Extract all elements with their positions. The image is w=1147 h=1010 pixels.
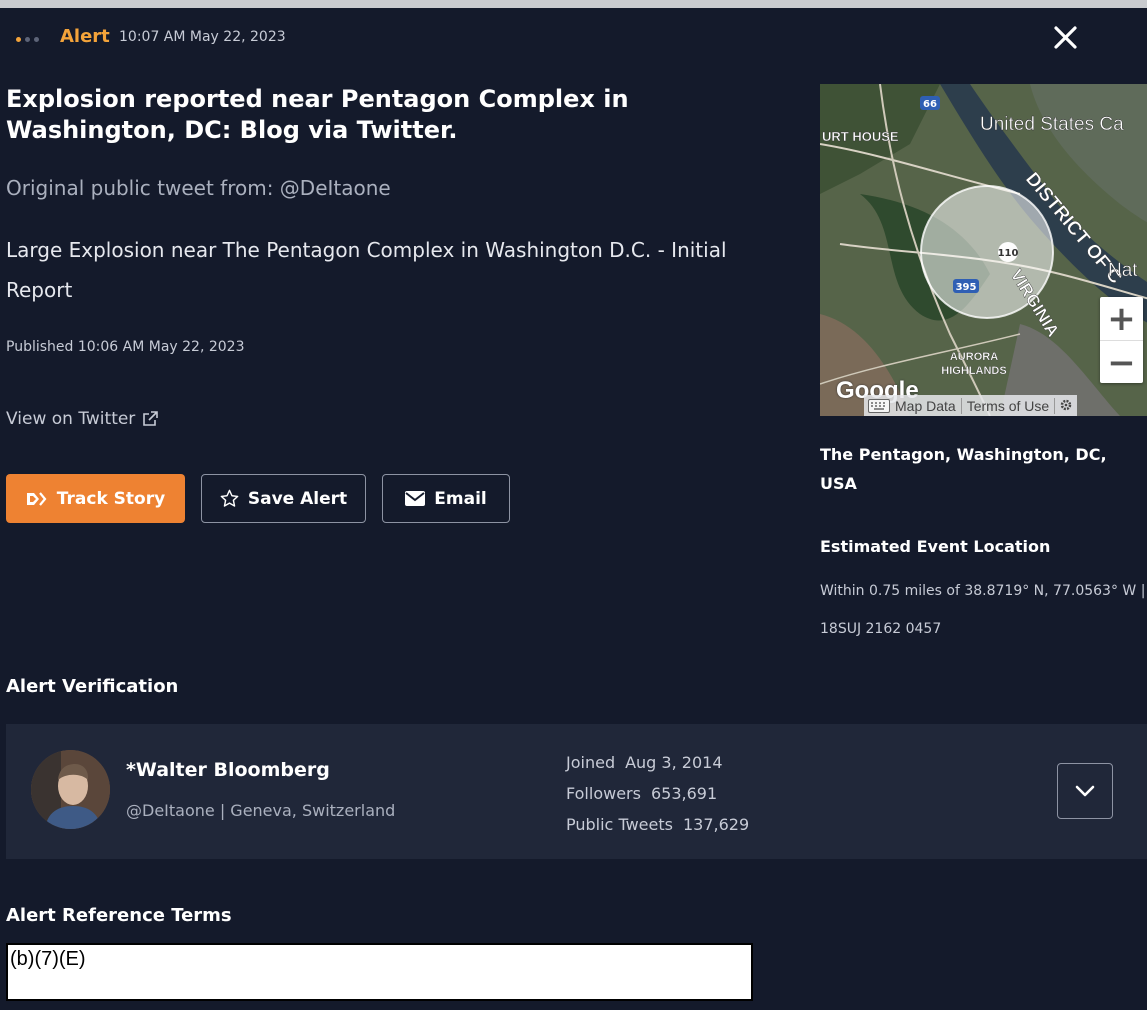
estimated-location-detail: Within 0.75 miles of 38.8719° N, 77.0563…	[820, 583, 1146, 637]
track-story-button[interactable]: Track Story	[6, 474, 185, 523]
map-label-aurora: AURORA	[950, 351, 998, 363]
verification-title: Alert Verification	[6, 676, 179, 697]
map-label-shield-66: 66	[923, 99, 937, 110]
gear-icon[interactable]	[1054, 397, 1077, 414]
estimated-location-title: Estimated Event Location	[820, 537, 1051, 556]
author-handle: @DeItaone | Geneva, Switzerland	[126, 801, 396, 820]
reference-terms-box: (b)(7)(E)	[6, 943, 753, 1001]
chevron-down-icon	[1075, 785, 1095, 797]
track-story-label: Track Story	[56, 488, 166, 509]
save-alert-label: Save Alert	[247, 488, 348, 509]
joined-row: Joined Aug 3, 2014	[566, 747, 749, 778]
tweet-text: Large Explosion near The Pentagon Comple…	[6, 238, 727, 302]
map-imagery: 66 110 395 URT HOUSE United States Ca DI…	[820, 84, 1147, 416]
published-time: Published 10:06 AM May 22, 2023	[6, 339, 245, 355]
tweets-label: Public Tweets	[566, 815, 673, 834]
tweet-source: Original public tweet from: @DeItaone	[6, 176, 391, 200]
alert-headline: Explosion reported near Pentagon Complex…	[6, 85, 629, 144]
tweets-row: Public Tweets 137,629	[566, 809, 749, 840]
map-zoom-control: + −	[1100, 297, 1143, 383]
author-name: *Walter Bloomberg	[126, 759, 330, 781]
email-label: Email	[434, 488, 487, 509]
alert-panel: Alert 10:07 AM May 22, 2023 Explosion re…	[0, 8, 1147, 1010]
track-icon	[26, 491, 47, 506]
map-label-nat: Nat	[1108, 260, 1138, 281]
joined-label: Joined	[566, 753, 616, 772]
zoom-out-button[interactable]: −	[1100, 340, 1143, 384]
status-dot	[25, 37, 30, 42]
close-icon[interactable]	[1048, 16, 1084, 56]
map-data-link[interactable]: Map Data	[890, 398, 961, 414]
map-label-highlands: HIGHLANDS	[941, 365, 1006, 377]
alert-type-label: Alert	[60, 26, 110, 47]
map-label-shield-110: 110	[998, 248, 1019, 259]
map-label-capitol: United States Ca	[980, 114, 1124, 135]
email-button[interactable]: Email	[382, 474, 510, 523]
avatar-image	[31, 750, 110, 829]
place-name: The Pentagon, Washington, DC, USA	[820, 445, 1107, 493]
map-label-court-house: URT HOUSE	[822, 129, 899, 144]
view-on-twitter-link[interactable]: View on Twitter	[6, 409, 159, 429]
expand-button[interactable]	[1057, 763, 1113, 819]
external-link-icon	[143, 411, 159, 426]
author-stats: Joined Aug 3, 2014 Followers 653,691 Publi…	[566, 747, 749, 840]
reference-terms-value: (b)(7)(E)	[10, 948, 86, 970]
map-footer: Map Data Terms of Use	[864, 395, 1078, 416]
view-on-twitter-label: View on Twitter	[6, 409, 136, 429]
terms-of-use-link[interactable]: Terms of Use	[960, 397, 1054, 414]
joined-value: Aug 3, 2014	[625, 753, 723, 772]
status-dot	[34, 37, 39, 42]
location-map[interactable]: 66 110 395 URT HOUSE United States Ca DI…	[820, 84, 1147, 416]
map-label-shield-395: 395	[956, 282, 977, 293]
reference-terms-title: Alert Reference Terms	[6, 905, 232, 926]
keyboard-icon[interactable]	[868, 398, 890, 413]
followers-label: Followers	[566, 784, 641, 803]
status-dots	[16, 37, 39, 42]
zoom-in-button[interactable]: +	[1100, 297, 1143, 340]
status-dot-active	[16, 37, 21, 42]
followers-row: Followers 653,691	[566, 778, 749, 809]
tweets-value: 137,629	[682, 815, 750, 834]
avatar	[31, 750, 110, 829]
alert-timestamp: 10:07 AM May 22, 2023	[119, 29, 286, 45]
envelope-icon	[405, 491, 426, 506]
star-icon	[220, 489, 239, 507]
followers-value: 653,691	[650, 784, 718, 803]
save-alert-button[interactable]: Save Alert	[201, 474, 366, 523]
close-button[interactable]	[1048, 16, 1084, 56]
